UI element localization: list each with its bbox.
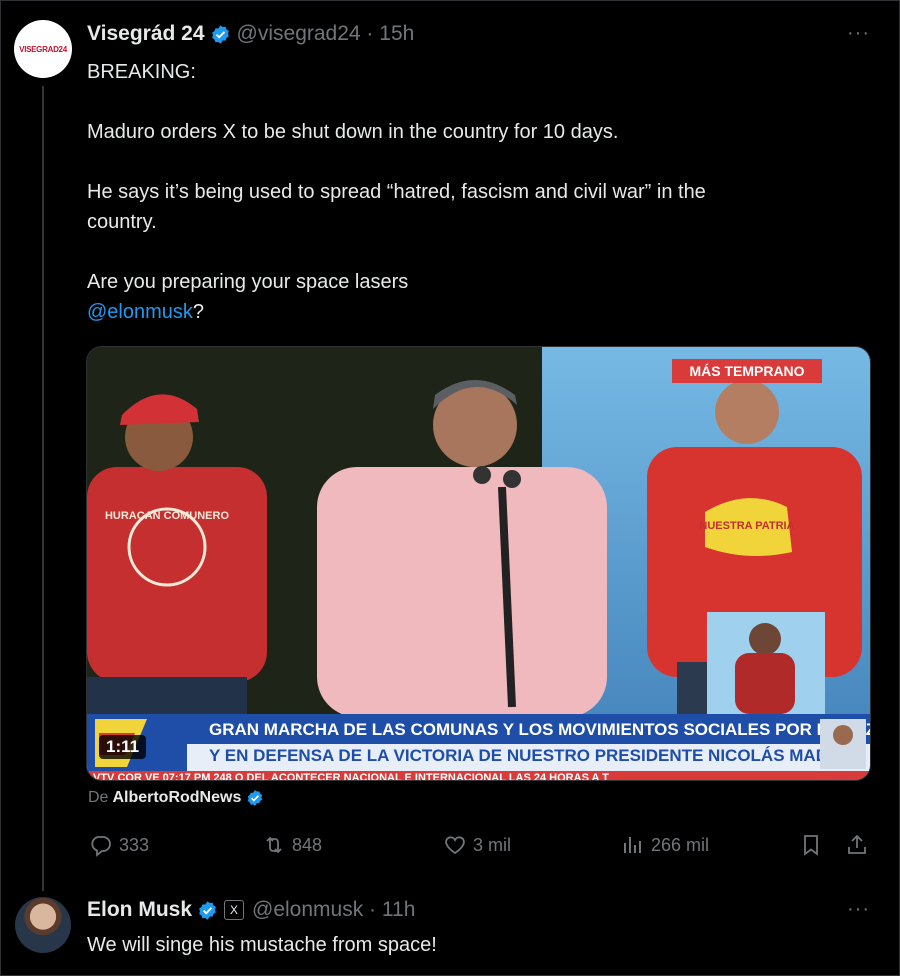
from-prefix: De: [88, 789, 109, 806]
separator-dot: ·: [360, 22, 380, 45]
video-player[interactable]: HURACAN COMUNERO NUESTRA PATRIA MÁS TEMP…: [86, 346, 871, 781]
shirt-text-right: NUESTRA PATRIA: [699, 520, 794, 532]
reply-header: Elon Musk X @elonmusk · 11h: [87, 898, 415, 922]
mention-suffix: ?: [192, 301, 205, 323]
x-affiliate-badge-icon: X: [224, 900, 245, 920]
verified-badge-icon: [199, 900, 216, 920]
banner-line2: Y EN DEFENSA DE LA VICTORIA DE NUESTRO P…: [209, 746, 866, 765]
reply-count: 333: [119, 834, 150, 855]
repost-icon: [266, 836, 282, 854]
author-handle[interactable]: @visegrad24: [237, 22, 361, 46]
bookmark-button[interactable]: [799, 833, 829, 857]
avatar-logo-text: VISEGRAD24: [19, 44, 67, 54]
tweet-text-line: BREAKING:: [87, 61, 196, 83]
banner-line1: GRAN MARCHA DE LAS COMUNAS Y LOS MOVIMIE…: [209, 720, 870, 739]
like-button[interactable]: 3 mil: [443, 833, 511, 857]
tweet-text-line: @elonmusk?: [87, 297, 204, 327]
separator-dot: ·: [363, 898, 382, 921]
tweet-text-line: He says it’s being used to spread “hatre…: [87, 181, 706, 203]
views-button[interactable]: 266 mil: [621, 833, 709, 857]
tweet-header: Visegrád 24 @visegrad24 · 15h: [87, 22, 414, 46]
reply-icon: [91, 836, 111, 857]
source-account-link[interactable]: AlbertoRodNews: [112, 789, 241, 807]
views-count: 266 mil: [651, 834, 710, 855]
reply-button[interactable]: 333: [89, 833, 149, 857]
video-duration: 1:11: [99, 735, 147, 759]
thread-line: [42, 86, 44, 891]
tag-top: MÁS TEMPRANO: [689, 363, 804, 379]
more-options-icon[interactable]: ···: [847, 898, 870, 921]
more-options-icon[interactable]: ···: [847, 22, 870, 45]
author-name[interactable]: Visegrád 24: [87, 22, 205, 46]
tweet-time[interactable]: 15h: [379, 22, 414, 46]
author-name[interactable]: Elon Musk: [87, 898, 192, 922]
share-button[interactable]: [845, 833, 875, 857]
repost-count: 848: [292, 834, 323, 855]
views-icon: [624, 837, 641, 853]
elon-musk-avatar[interactable]: [15, 897, 71, 953]
verified-badge-icon: [248, 790, 263, 806]
share-icon: [848, 834, 866, 854]
heart-icon: [445, 836, 465, 855]
reply-text: We will singe his mustache from space!: [87, 934, 437, 956]
verified-badge-icon: [211, 24, 229, 44]
tweet-text-line: Maduro orders X to be shut down in the c…: [87, 121, 619, 143]
author-handle[interactable]: @elonmusk: [252, 898, 363, 922]
tweet-text-line: Are you preparing your space lasers: [87, 271, 409, 293]
media-source: De AlbertoRodNews: [88, 789, 270, 807]
mention-link[interactable]: @elonmusk: [87, 301, 193, 323]
news-ticker: VTV COR VE 07:17 PM 248 O DEL ACONTECER …: [93, 772, 609, 780]
repost-button[interactable]: 848: [262, 833, 322, 857]
video-frame: HURACAN COMUNERO NUESTRA PATRIA MÁS TEMP…: [87, 347, 870, 780]
like-count: 3 mil: [473, 834, 512, 855]
shirt-text-left: HURACAN COMUNERO: [105, 510, 229, 522]
bookmark-icon: [804, 835, 818, 856]
visegrad-avatar[interactable]: VISEGRAD24: [14, 20, 72, 78]
tweet-text-line: country.: [87, 211, 157, 233]
tweet-time[interactable]: 11h: [382, 898, 415, 922]
